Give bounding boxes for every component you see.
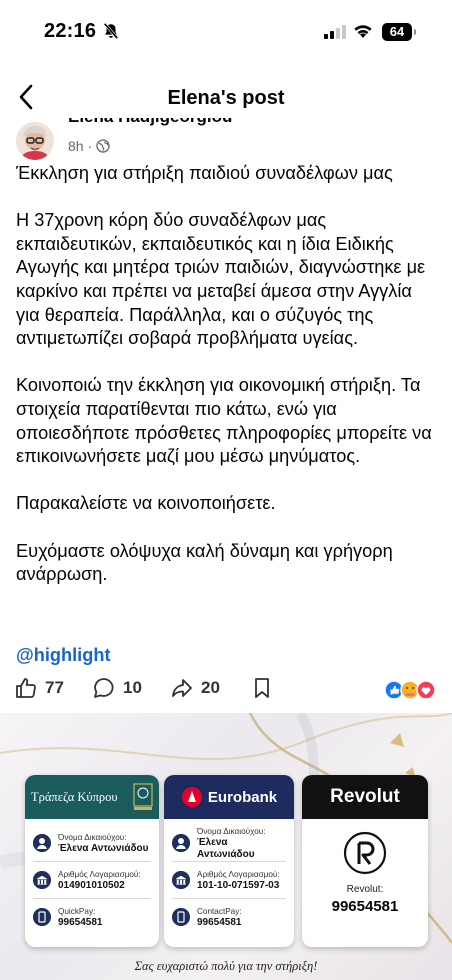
page-title: Elena's post	[167, 87, 285, 109]
battery-indicator: 64	[382, 23, 416, 41]
contactpay-row: ContactPay: 99654581	[172, 899, 286, 935]
field-label: Όνομα Δικαιούχου:	[58, 832, 127, 842]
beneficiary-row: Όνομα Δικαιούχου: Έλενα Αντωνιάδου	[172, 825, 286, 862]
account-number-row: Αριθμός Λογαριασμού: 014901010502	[33, 862, 151, 899]
wifi-icon	[354, 25, 372, 38]
bookmark-icon	[255, 678, 269, 698]
navigation-bar: Elena's post	[0, 78, 452, 118]
field-value: 014901010502	[58, 879, 125, 891]
field-label: Όνομα Δικαιούχου:	[197, 826, 266, 836]
thumbs-up-icon	[16, 678, 36, 698]
cellular-signal-icon	[324, 25, 346, 39]
account-number-row: Αριθμός Λογαριασμού: 101-10-071597-03	[172, 862, 286, 899]
bank-icon	[172, 871, 190, 889]
field-value: Έλενα Αντωνιάδου	[58, 842, 149, 854]
comment-button[interactable]: 10	[92, 676, 142, 700]
post-time: 8h	[68, 138, 84, 154]
post-action-bar: 77 10 20	[0, 672, 452, 706]
status-time: 22:16	[44, 20, 97, 42]
bank-name: Τράπεζα Κύπρου	[31, 789, 118, 804]
post-meta: 8h ·	[68, 138, 110, 154]
beneficiary-row: Όνομα Δικαιούχου: Έλενα Αντωνιάδου	[33, 825, 151, 862]
field-value: 101-10-071597-03	[197, 879, 280, 891]
reaction-summary-icons[interactable]	[383, 679, 439, 701]
revolut-number: 99654581	[331, 898, 399, 915]
field-value: 99654581	[58, 916, 103, 928]
bell-off-icon	[103, 22, 119, 40]
donation-details-image: Τράπεζα Κύπρου Όνομα Δικαιούχου: Έλενα Α…	[0, 713, 452, 980]
like-count: 77	[45, 678, 64, 697]
comment-count: 10	[123, 678, 142, 697]
field-label: ContactPay:	[197, 906, 242, 916]
person-icon	[33, 834, 51, 852]
eurobank-logo-icon	[181, 787, 202, 807]
share-arrow-icon	[172, 679, 192, 697]
field-value: Έλενα Αντωνιάδου	[197, 836, 255, 860]
phone-icon	[172, 908, 190, 926]
like-button[interactable]: 77	[14, 676, 64, 700]
comment-icon	[94, 678, 114, 698]
author-name[interactable]: Elena Hadjigeorgiou	[68, 118, 232, 127]
globe-icon	[96, 139, 110, 153]
bank-name: Revolut	[330, 786, 400, 807]
revolut-card: Revolut Revolut: 99654581	[302, 775, 428, 947]
quickpay-row: QuickPay: 99654581	[33, 899, 151, 935]
revolut-logo-icon	[343, 831, 387, 875]
thank-you-caption: Σας ευχαριστώ πολύ για την στήριξη!	[134, 959, 318, 973]
person-icon	[172, 834, 190, 852]
meta-separator: ·	[87, 138, 93, 154]
avatar[interactable]	[16, 122, 54, 160]
bank-of-cyprus-card: Τράπεζα Κύπρου Όνομα Δικαιούχου: Έλενα Α…	[25, 775, 159, 947]
save-button[interactable]	[252, 676, 272, 700]
share-count: 20	[201, 678, 220, 697]
field-value: 99654581	[197, 916, 242, 928]
field-label: Αριθμός Λογαριασμού:	[58, 869, 141, 879]
revolut-label: Revolut:	[346, 884, 384, 895]
field-label: Αριθμός Λογαριασμού:	[197, 869, 280, 879]
bank-name: Eurobank	[207, 788, 278, 806]
field-label: QuickPay:	[58, 906, 96, 916]
eurobank-card: Eurobank Όνομα Δικαιούχου: Έλενα Αντωνιά…	[164, 775, 294, 947]
status-bar: 22:16 64	[0, 0, 452, 62]
phone-icon	[33, 908, 51, 926]
hashtag-link[interactable]: @highlight	[16, 645, 111, 666]
bank-icon	[33, 871, 51, 889]
love-reaction-icon	[416, 680, 436, 700]
post-body-text: Έκκληση για στήριξη παιδιού συναδέλφων μ…	[16, 163, 432, 585]
bank-of-cyprus-logo-icon	[133, 783, 153, 810]
post-author-header: Elena Hadjigeorgiou 8h ·	[16, 118, 436, 162]
share-button[interactable]: 20	[170, 676, 220, 700]
